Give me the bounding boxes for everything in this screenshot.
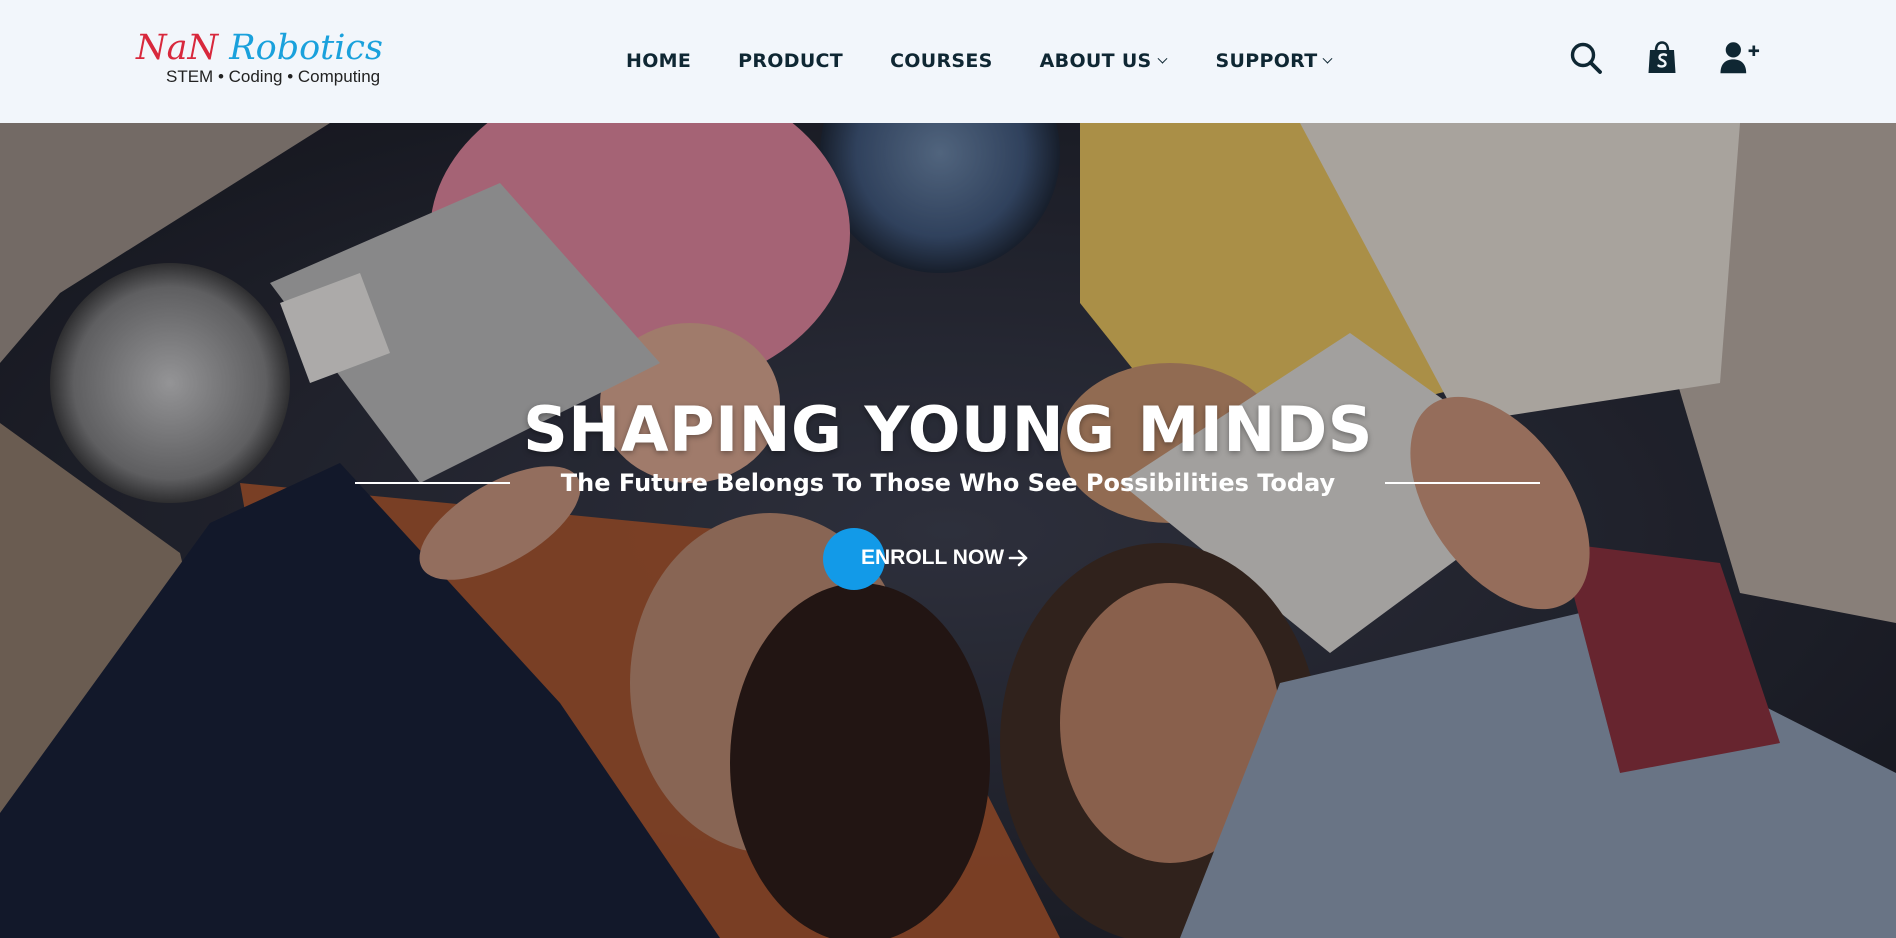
nav-item-product[interactable]: PRODUCT xyxy=(738,46,843,76)
nav-item-label: SUPPORT xyxy=(1215,50,1318,72)
register-button[interactable] xyxy=(1720,38,1760,78)
site-header: NaN Robotics STEM • Coding • Computing H… xyxy=(0,0,1896,123)
chevron-down-icon xyxy=(1323,53,1333,64)
enroll-button-label: ENROLL NOW xyxy=(861,546,1005,569)
brand-tagline: STEM • Coding • Computing xyxy=(166,67,381,86)
nav-item-label: ABOUT US xyxy=(1039,50,1152,72)
search-icon xyxy=(1570,42,1602,74)
brand-name-part1: NaN xyxy=(136,28,219,68)
nav-item-label: HOME xyxy=(626,50,692,72)
nav-item-support[interactable]: SUPPORT xyxy=(1215,46,1333,76)
nav-item-home[interactable]: HOME xyxy=(626,46,691,76)
hero-title: SHAPING YOUNG MINDS xyxy=(523,393,1373,466)
nav-item-courses[interactable]: COURSES xyxy=(890,46,993,76)
nav-item-about-us[interactable]: ABOUT US xyxy=(1039,46,1167,76)
cart-button[interactable] xyxy=(1642,38,1682,78)
nav-item-label: PRODUCT xyxy=(738,50,844,72)
hero-subtitle: The Future Belongs To Those Who See Poss… xyxy=(560,469,1336,497)
nav-item-label: COURSES xyxy=(890,50,993,72)
shopping-bag-icon xyxy=(1648,41,1676,73)
search-button[interactable] xyxy=(1566,38,1606,78)
brand-name: NaN Robotics xyxy=(136,26,383,70)
arrow-right-icon xyxy=(1008,549,1028,567)
main-nav: HOME PRODUCT COURSES ABOUT US SUPPORT xyxy=(624,46,1333,76)
add-user-icon xyxy=(1720,42,1760,74)
chevron-down-icon xyxy=(1157,53,1167,64)
brand-name-part2: Robotics xyxy=(229,28,383,68)
hero-banner: SHAPING YOUNG MINDS The Future Belongs T… xyxy=(0,123,1896,938)
brand-logo[interactable]: NaN Robotics STEM • Coding • Computing xyxy=(136,26,396,92)
enroll-now-button[interactable]: ENROLL NOW xyxy=(822,526,1042,590)
